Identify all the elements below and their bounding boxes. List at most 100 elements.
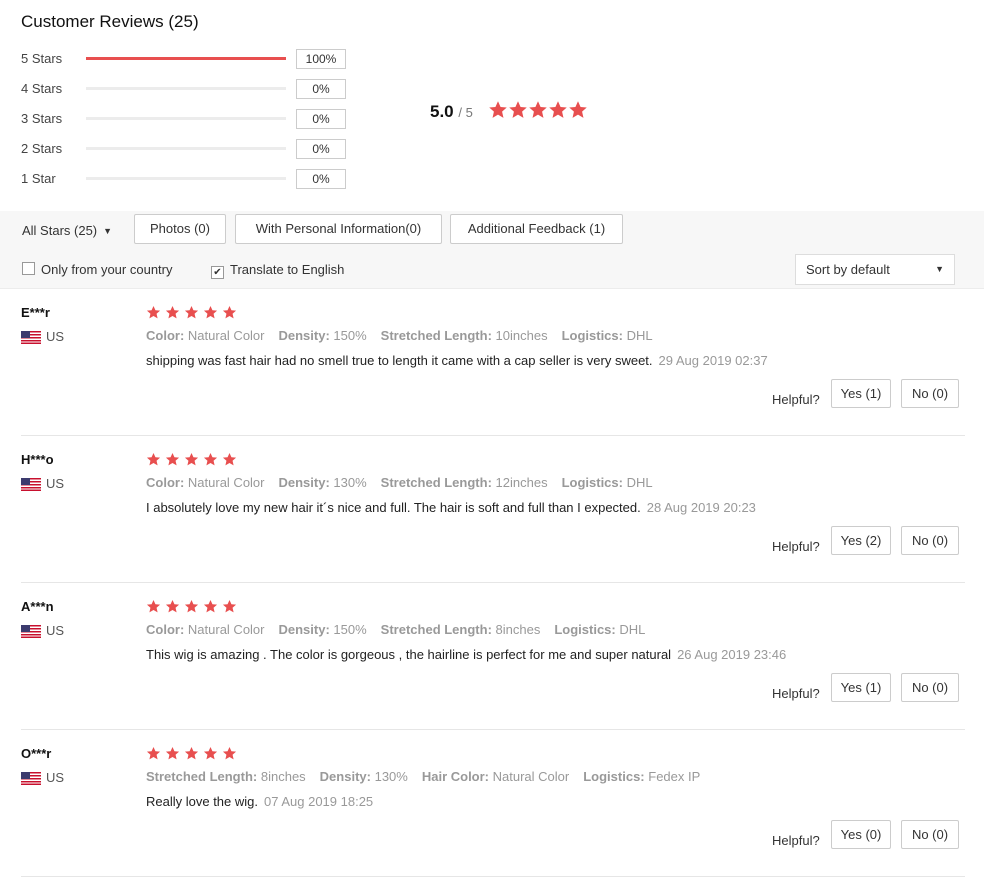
review-body: This wig is amazing . The color is gorge… <box>146 647 672 662</box>
helpful-yes-button[interactable]: Yes (0) <box>831 820 891 849</box>
rating-row-label: 3 Stars <box>21 111 63 126</box>
star-icon <box>548 100 568 120</box>
review-item: O***r US Stretched Length: 8inches Density:… <box>0 730 984 877</box>
helpful-label: Helpful? <box>772 392 820 407</box>
review-attr-value: 130% <box>333 475 367 490</box>
star-icon <box>184 305 203 320</box>
review-attr-key: Logistics: <box>583 769 645 784</box>
average-out-of: / 5 <box>458 105 473 120</box>
star-icon <box>222 452 241 467</box>
average-rating: 5.0 / 5 <box>430 102 473 122</box>
star-icon <box>203 746 222 761</box>
review-attr-value: 8inches <box>495 622 541 637</box>
review-date: 29 Aug 2019 02:37 <box>658 353 768 368</box>
review-date: 28 Aug 2019 20:23 <box>646 500 756 515</box>
rating-percent: 0% <box>296 79 346 99</box>
average-score: 5.0 <box>430 102 454 121</box>
star-icon <box>222 305 241 320</box>
review-attr-value: Natural Color <box>187 622 265 637</box>
review-attr-value: DHL <box>626 475 653 490</box>
helpful-no-button[interactable]: No (0) <box>901 379 959 408</box>
us-flag-icon <box>21 772 41 785</box>
rating-bar <box>86 147 286 150</box>
sort-select[interactable]: Sort by default ▼ <box>795 254 955 285</box>
review-attr-value: DHL <box>619 622 646 637</box>
review-date: 26 Aug 2019 23:46 <box>677 647 787 662</box>
divider <box>21 876 965 877</box>
reviewer-name: A***n <box>21 599 54 614</box>
all-stars-dropdown[interactable]: All Stars (25) ▼ <box>22 223 112 238</box>
star-icon <box>184 452 203 467</box>
rating-percent: 100% <box>296 49 346 69</box>
personal-info-filter-button[interactable]: With Personal Information(0) <box>235 214 442 244</box>
rating-bar <box>86 117 286 120</box>
rating-bar-fill <box>86 57 286 60</box>
star-icon <box>528 100 548 120</box>
star-icon <box>508 100 528 120</box>
additional-feedback-filter-button[interactable]: Additional Feedback (1) <box>450 214 623 244</box>
review-stars <box>146 305 241 325</box>
us-flag-icon <box>21 331 41 344</box>
chevron-down-icon: ▼ <box>935 264 944 274</box>
review-attributes: Color: Natural Color Density: 150% Stretch… <box>146 328 667 343</box>
review-attr-value: 150% <box>333 622 367 637</box>
helpful-yes-button[interactable]: Yes (1) <box>831 379 891 408</box>
review-attr-key: Stretched Length: <box>146 769 258 784</box>
review-attr-value: 12inches <box>495 475 548 490</box>
translate-checkbox[interactable]: ✔ Translate to English <box>211 262 344 279</box>
star-icon <box>165 746 184 761</box>
star-icon <box>165 599 184 614</box>
reviewer-country: US <box>46 623 65 638</box>
review-attr-key: Color: <box>146 622 185 637</box>
rating-bar <box>86 57 286 60</box>
review-text: This wig is amazing . The color is gorge… <box>146 647 786 662</box>
review-attr-value: Fedex IP <box>648 769 701 784</box>
rating-percent: 0% <box>296 169 346 189</box>
star-icon <box>146 746 165 761</box>
review-attr-key: Density: <box>319 769 371 784</box>
review-body: shipping was fast hair had no smell true… <box>146 353 653 368</box>
review-text: I absolutely love my new hair it´s nice … <box>146 500 756 515</box>
rating-row-label: 5 Stars <box>21 51 63 66</box>
review-attr-key: Density: <box>278 328 330 343</box>
review-attr-key: Hair Color: <box>421 769 490 784</box>
translate-label: Translate to English <box>230 262 345 277</box>
helpful-yes-button[interactable]: Yes (2) <box>831 526 891 555</box>
only-country-checkbox[interactable]: Only from your country <box>22 262 173 277</box>
star-icon <box>184 746 203 761</box>
review-attr-key: Logistics: <box>554 622 616 637</box>
helpful-no-button[interactable]: No (0) <box>901 673 959 702</box>
review-attr-key: Stretched Length: <box>380 475 492 490</box>
rating-row-3: 3 Stars 0% <box>21 109 351 129</box>
helpful-no-button[interactable]: No (0) <box>901 820 959 849</box>
checkbox-box[interactable] <box>22 262 35 275</box>
reviewer-country: US <box>46 476 65 491</box>
checkbox-checked-icon[interactable]: ✔ <box>211 266 224 279</box>
helpful-label: Helpful? <box>772 833 820 848</box>
star-icon <box>165 452 184 467</box>
review-stars <box>146 746 241 766</box>
filter-bar: All Stars (25) ▼ Photos (0) With Personal… <box>0 211 984 289</box>
reviewer-country: US <box>46 329 65 344</box>
reviewer-name: O***r <box>21 746 52 761</box>
helpful-no-button[interactable]: No (0) <box>901 526 959 555</box>
star-icon <box>203 305 222 320</box>
rating-percent: 0% <box>296 139 346 159</box>
star-icon <box>488 100 508 120</box>
star-icon <box>146 452 165 467</box>
review-attr-key: Color: <box>146 328 185 343</box>
helpful-yes-button[interactable]: Yes (1) <box>831 673 891 702</box>
review-stars <box>146 452 241 472</box>
review-item: H***o US Color: Natural Color Density: 130%… <box>0 436 984 583</box>
review-attr-value: 150% <box>333 328 367 343</box>
review-item: A***n US Color: Natural Color Density: 150%… <box>0 583 984 730</box>
photos-filter-button[interactable]: Photos (0) <box>134 214 226 244</box>
review-text: shipping was fast hair had no smell true… <box>146 353 768 368</box>
star-icon <box>146 305 165 320</box>
rating-row-1: 1 Star 0% <box>21 169 351 189</box>
star-icon <box>203 452 222 467</box>
review-attr-key: Color: <box>146 475 185 490</box>
review-attr-value: Natural Color <box>187 475 265 490</box>
rating-row-label: 4 Stars <box>21 81 63 96</box>
review-attr-value: Natural Color <box>492 769 570 784</box>
